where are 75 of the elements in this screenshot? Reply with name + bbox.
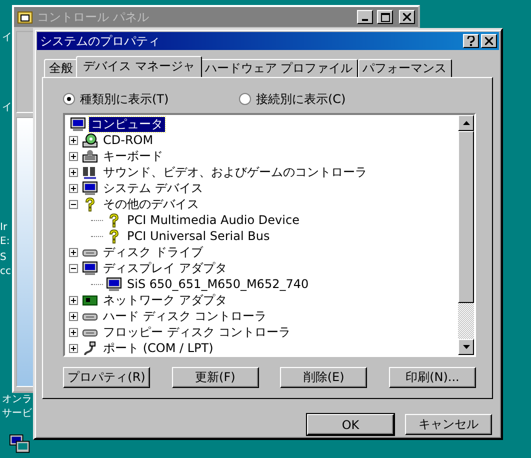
monitor-icon	[106, 276, 122, 292]
tree-item[interactable]: ポート (COM / LPT)	[101, 340, 216, 355]
plug-icon	[82, 340, 98, 355]
desktop-label: サービ	[2, 407, 32, 420]
disc-icon	[82, 132, 98, 148]
expander-icon[interactable]	[69, 152, 78, 160]
help-icon	[467, 36, 475, 46]
dialog-button[interactable]: キャンセル	[405, 414, 492, 435]
expander-icon[interactable]	[69, 312, 78, 320]
tree-item[interactable]: CD-ROM	[101, 132, 156, 148]
tab[interactable]: ハードウェア プロファイル	[200, 59, 358, 77]
close-button[interactable]	[481, 34, 497, 48]
maximize-button[interactable]	[377, 10, 393, 24]
expander-icon[interactable]	[69, 136, 78, 144]
speaker-icon	[82, 164, 98, 180]
down-arrow-icon	[462, 345, 470, 349]
expander-icon[interactable]	[69, 328, 78, 336]
up-arrow-icon	[462, 121, 470, 125]
desktop-label: イ	[2, 31, 12, 44]
panel-button[interactable]: 印刷(N)...	[388, 367, 476, 388]
tree-item[interactable]: PCI Universal Serial Bus	[125, 228, 272, 244]
radio-option[interactable]: 接続別に表示(C)	[239, 90, 415, 108]
expander-icon[interactable]	[69, 200, 78, 208]
expander-icon[interactable]	[69, 184, 78, 192]
desktop-label: cc	[0, 266, 11, 277]
desktop-label: E:	[0, 236, 10, 247]
radio-icon[interactable]	[63, 93, 75, 105]
expander-icon[interactable]	[69, 296, 78, 304]
panel-button[interactable]: 削除(E)	[280, 367, 368, 388]
tree-item[interactable]: フロッピー ディスク コントローラ	[101, 324, 293, 340]
tree-item[interactable]: PCI Multimedia Audio Device	[125, 212, 302, 228]
desktop-label: イ	[2, 101, 12, 114]
scrollbar[interactable]	[458, 115, 474, 355]
radio-option[interactable]: 種類別に表示(T)	[63, 90, 239, 108]
scroll-up-button[interactable]	[458, 115, 474, 131]
close-button[interactable]	[399, 10, 415, 24]
computer-icon[interactable]	[8, 434, 32, 456]
tree-item[interactable]: キーボード	[101, 148, 165, 164]
tree-item[interactable]: ハード ディスク コントローラ	[101, 308, 269, 324]
scroll-down-button[interactable]	[458, 339, 474, 355]
tree-item[interactable]: システム デバイス	[101, 180, 205, 196]
tab[interactable]: パフォーマンス	[358, 59, 452, 77]
scroll-thumb[interactable]	[458, 131, 474, 303]
panel-button[interactable]: プロパティ(R)	[63, 367, 150, 388]
panel-button[interactable]: 更新(F)	[172, 367, 259, 388]
desktop-label: Ir	[0, 222, 8, 233]
minimize-button[interactable]	[357, 10, 373, 24]
computer-icon	[70, 116, 86, 132]
window-title: コントロール パネル	[37, 8, 149, 26]
close-icon	[403, 13, 411, 21]
expander-icon[interactable]	[69, 248, 78, 256]
folder-icon	[17, 10, 33, 24]
tree-item[interactable]: サウンド、ビデオ、およびゲームのコントローラ	[101, 164, 369, 180]
monitor-icon	[82, 180, 98, 196]
close-icon	[485, 37, 493, 45]
desktop-label: S	[0, 252, 6, 263]
desktop-label: オンラ	[2, 393, 32, 406]
window-title: システムのプロパティ	[40, 32, 160, 50]
tree-item[interactable]: ディスク ドライブ	[101, 244, 205, 260]
dialog-button[interactable]: OK	[307, 414, 394, 435]
expander-icon[interactable]	[69, 344, 78, 352]
keyboard-icon	[82, 148, 98, 164]
chip-icon	[82, 292, 98, 308]
tree-item[interactable]: その他のデバイス	[101, 196, 201, 212]
tree-item[interactable]: コンピュータ	[89, 116, 165, 132]
help-button[interactable]	[463, 34, 479, 48]
expander-icon[interactable]	[69, 264, 78, 272]
radio-icon[interactable]	[239, 93, 251, 105]
expander-icon[interactable]	[69, 168, 78, 176]
tree-item[interactable]: SiS 650_651_M650_M652_740	[125, 276, 311, 292]
tree-item[interactable]: ディスプレイ アダプタ	[101, 260, 229, 276]
monitor-icon	[82, 260, 98, 276]
tree-item[interactable]: ネットワーク アダプタ	[101, 292, 229, 308]
maximize-icon	[380, 12, 390, 22]
tab[interactable]: デバイス マネージャ	[76, 56, 202, 77]
